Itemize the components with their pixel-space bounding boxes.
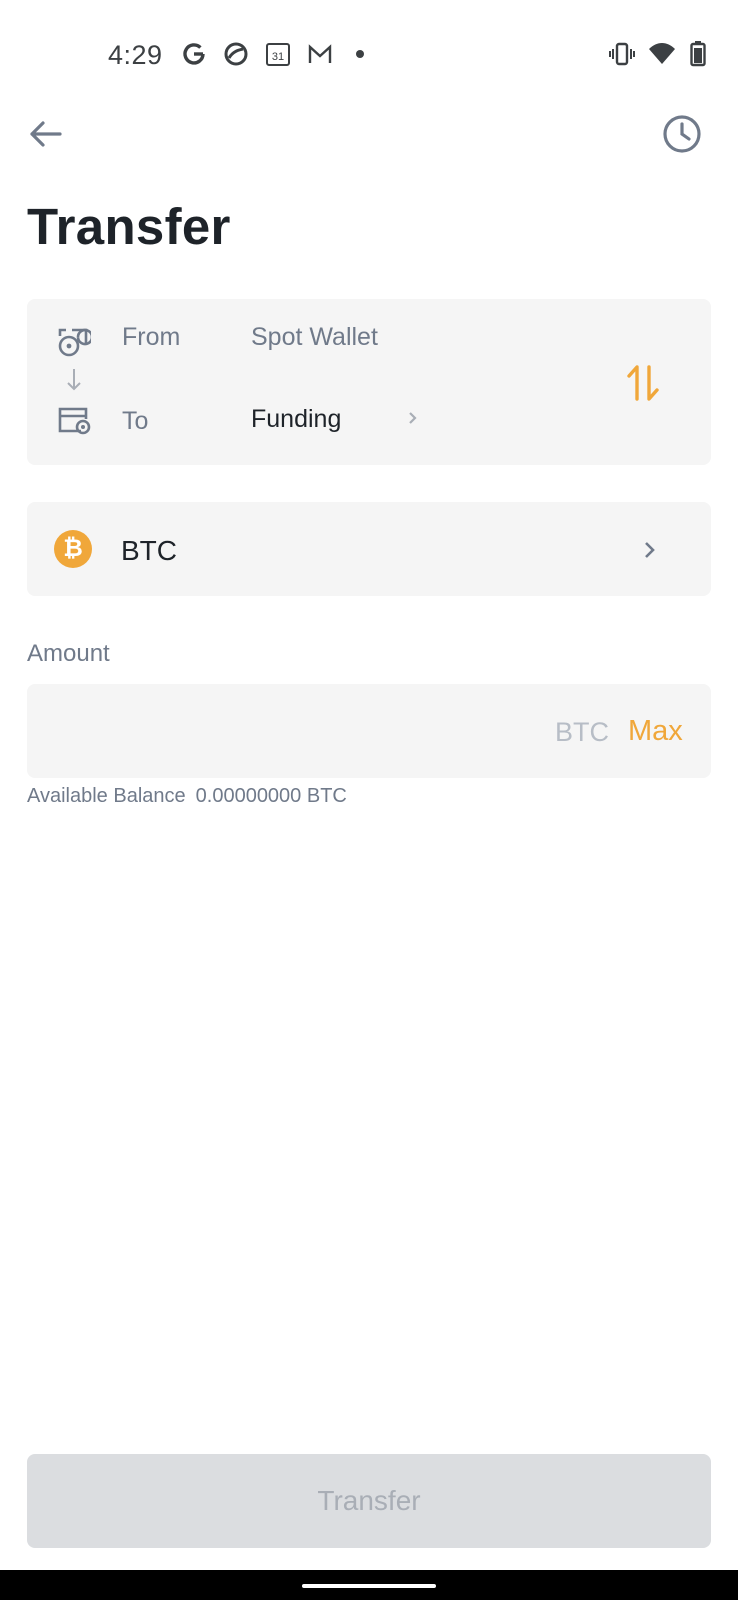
sync-icon xyxy=(222,40,250,68)
calendar-day-text: 31 xyxy=(272,51,284,63)
page-title: Transfer xyxy=(27,198,231,255)
vibrate-icon xyxy=(608,40,636,68)
status-time: 4:29 xyxy=(108,40,163,70)
from-label: From xyxy=(122,323,181,351)
max-button[interactable]: Max xyxy=(628,715,683,748)
down-arrow-icon xyxy=(66,367,82,393)
to-label: To xyxy=(122,407,149,435)
notification-dot-icon xyxy=(346,40,374,68)
amount-input[interactable]: BTC Max xyxy=(27,684,711,778)
coin-selector[interactable]: ₿ BTC xyxy=(27,502,711,596)
amount-label: Amount xyxy=(27,640,110,667)
coin-symbol: BTC xyxy=(121,535,177,566)
available-balance: Available Balance 0.00000000 BTC xyxy=(27,785,357,808)
spot-wallet-icon xyxy=(57,325,94,359)
wallet-selector-card: From Spot Wallet To Funding xyxy=(27,299,711,465)
transfer-button[interactable]: Transfer xyxy=(27,1454,711,1548)
chevron-right-icon xyxy=(407,410,419,426)
status-bar: 4:29 31 xyxy=(0,0,738,112)
swap-wallets-button[interactable] xyxy=(619,359,667,407)
swap-icon xyxy=(627,365,659,401)
history-button[interactable] xyxy=(660,112,704,156)
clock-icon xyxy=(663,115,701,153)
wifi-icon xyxy=(648,40,676,68)
calendar-icon: 31 xyxy=(264,40,292,68)
amount-unit: BTC xyxy=(555,717,609,747)
from-wallet-value: Spot Wallet xyxy=(251,323,378,351)
bitcoin-icon: ₿ xyxy=(54,530,92,568)
to-wallet-selector[interactable]: Funding xyxy=(247,391,427,443)
home-gesture-handle[interactable] xyxy=(302,1584,436,1588)
funding-wallet-icon xyxy=(57,405,91,435)
to-wallet-value: Funding xyxy=(251,405,342,433)
back-button[interactable] xyxy=(24,112,68,156)
battery-icon xyxy=(684,40,712,68)
balance-label: Available Balance xyxy=(27,785,186,807)
back-arrow-icon xyxy=(30,121,62,147)
gmail-icon xyxy=(306,40,334,68)
balance-value: 0.00000000 BTC xyxy=(195,785,347,807)
google-icon xyxy=(180,40,208,68)
chevron-right-icon xyxy=(643,540,657,560)
